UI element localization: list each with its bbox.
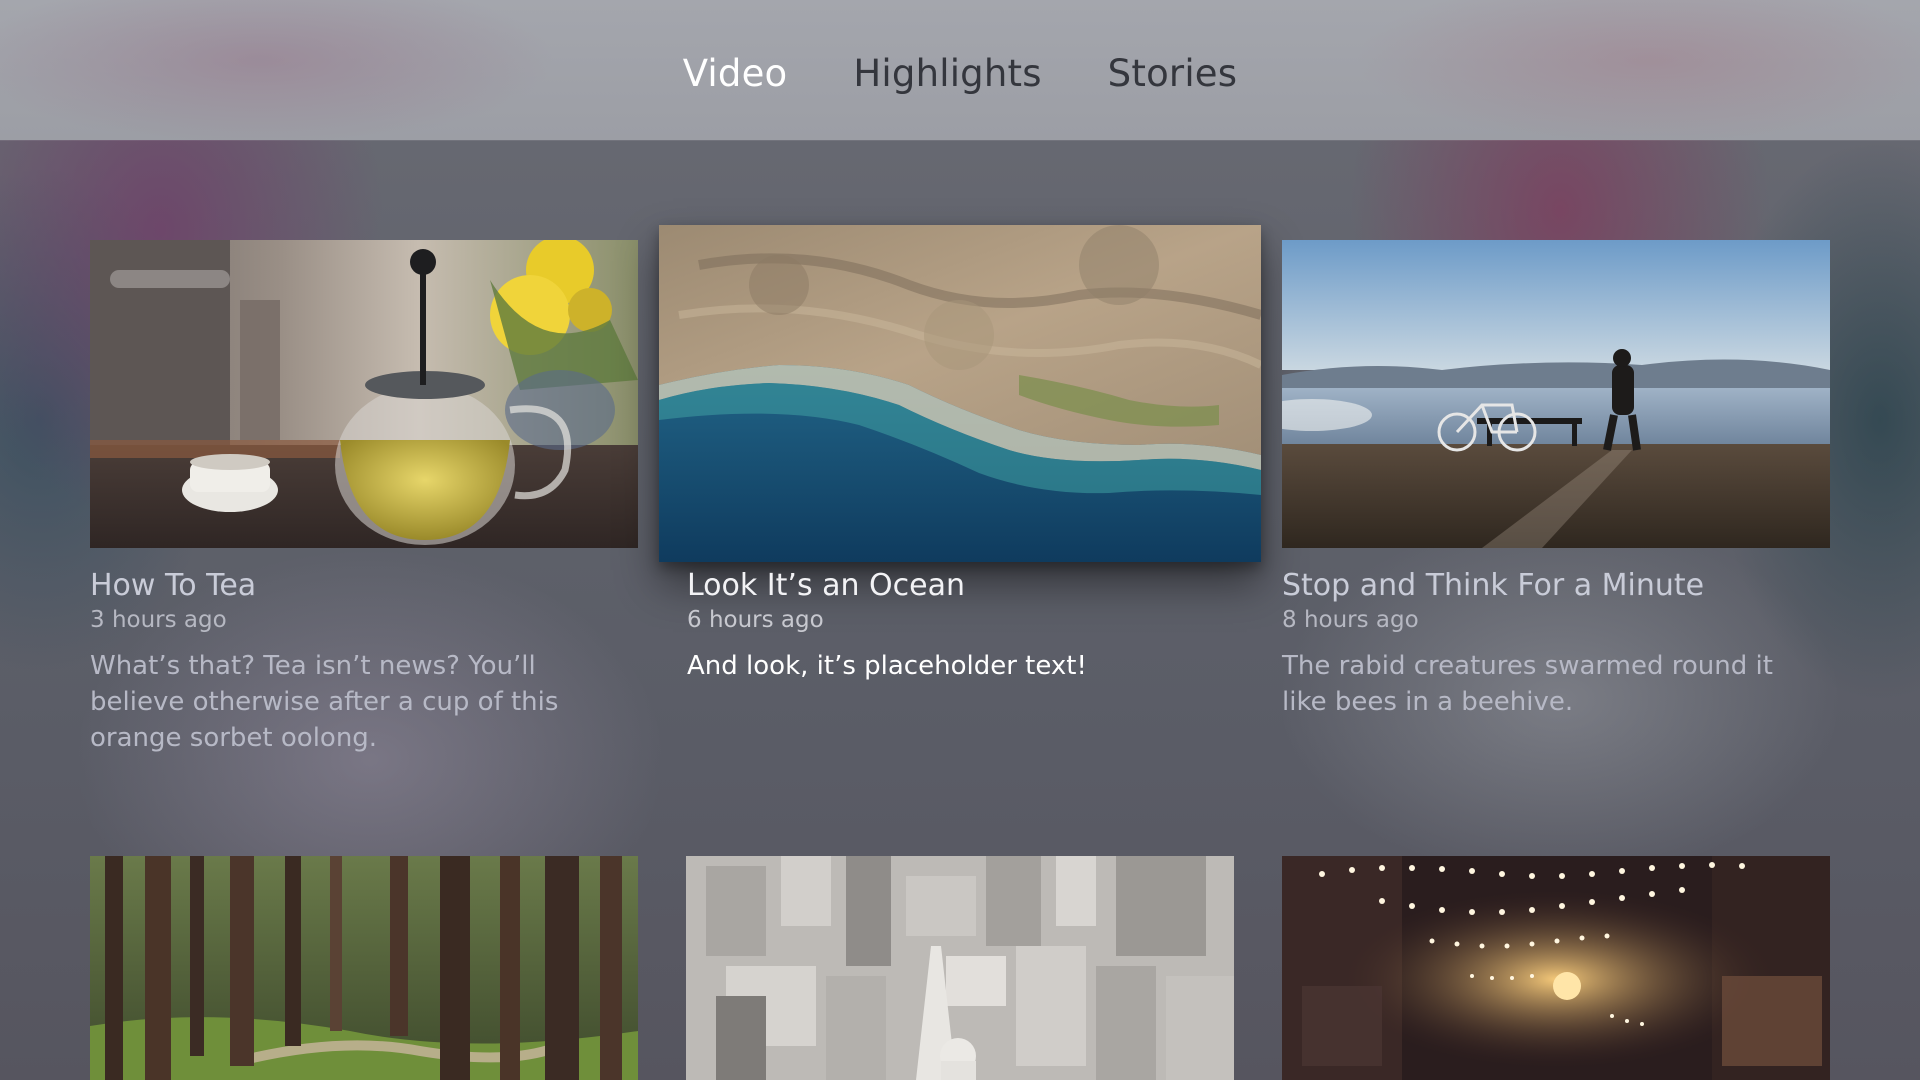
string-lights-street-photo	[1282, 856, 1830, 1080]
tab-stories[interactable]: Stories	[1108, 52, 1238, 95]
video-card-city[interactable]	[686, 856, 1234, 1080]
card-thumbnail	[659, 225, 1261, 562]
video-card-look-its-an-ocean[interactable]: Look It’s an Ocean 6 hours ago And look,…	[659, 225, 1261, 725]
teapot-photo	[90, 240, 638, 548]
card-thumbnail	[90, 856, 638, 1080]
card-thumbnail	[90, 240, 638, 548]
card-title: Stop and Think For a Minute	[1282, 568, 1705, 603]
card-timestamp: 3 hours ago	[90, 607, 227, 633]
app-screen: Video Highlights Stories How To Tea 3 ho…	[0, 0, 1920, 1080]
forest-trees-photo	[90, 856, 638, 1080]
top-navigation-bar: Video Highlights Stories	[0, 0, 1920, 140]
nav-tabs: Video Highlights Stories	[0, 52, 1920, 95]
video-card-street-lights[interactable]	[1282, 856, 1830, 1080]
card-thumbnail	[1282, 240, 1830, 548]
card-thumbnail	[686, 856, 1234, 1080]
tab-video[interactable]: Video	[683, 52, 788, 95]
card-timestamp: 8 hours ago	[1282, 607, 1419, 633]
tab-highlights[interactable]: Highlights	[853, 52, 1041, 95]
card-thumbnail	[1282, 856, 1830, 1080]
video-card-how-to-tea[interactable]: How To Tea 3 hours ago What’s that? Tea …	[90, 240, 638, 760]
card-title: How To Tea	[90, 568, 257, 603]
coastline-aerial-photo	[659, 225, 1261, 562]
video-card-stop-and-think[interactable]: Stop and Think For a Minute 8 hours ago …	[1282, 240, 1830, 760]
card-description: The rabid creatures swarmed round it lik…	[1282, 651, 1773, 717]
card-description: And look, it’s placeholder text!	[687, 651, 1087, 681]
video-card-forest[interactable]	[90, 856, 638, 1080]
card-description: What’s that? Tea isn’t news? You’ll beli…	[90, 651, 559, 753]
city-aerial-photo	[686, 856, 1234, 1080]
card-title: Look It’s an Ocean	[687, 568, 966, 603]
card-timestamp: 6 hours ago	[687, 607, 824, 633]
bicycle-by-sea-photo	[1282, 240, 1830, 548]
